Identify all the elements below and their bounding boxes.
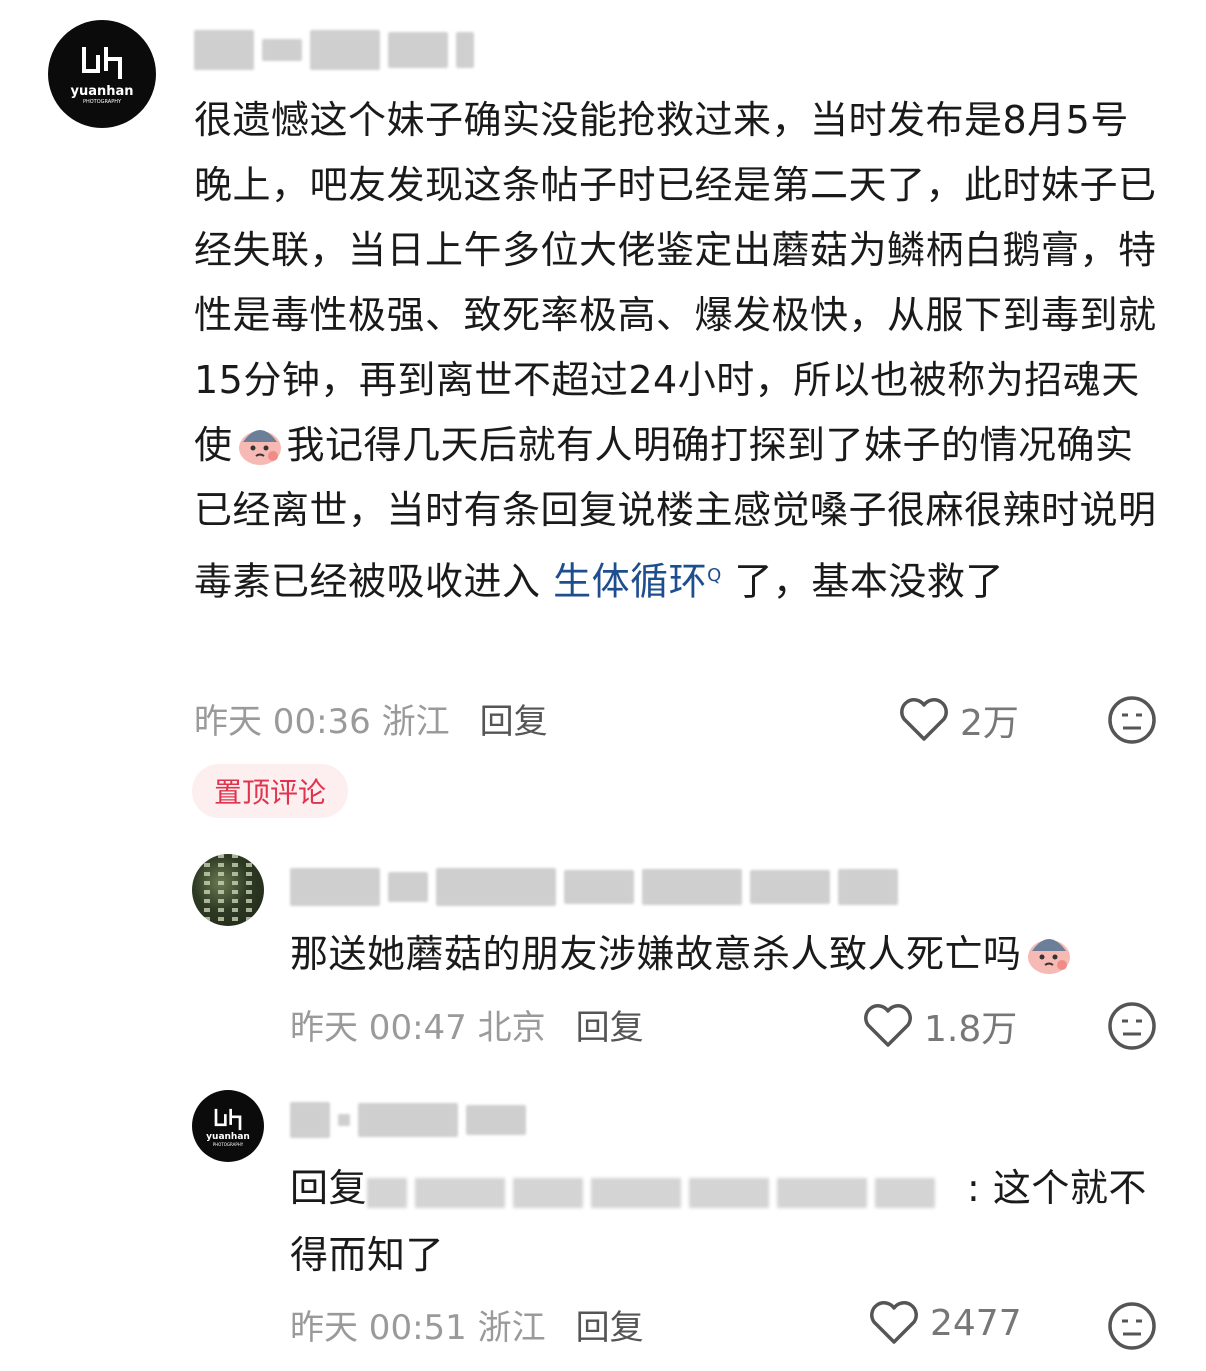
like-count: 2477 (930, 1302, 1022, 1344)
search-icon[interactable]: Q (707, 565, 722, 586)
username-blurred[interactable] (290, 868, 898, 906)
comment-body: 那送她蘑菇的朋友涉嫌故意杀人致人死亡吗 (290, 932, 1022, 976)
comment-body: 很遗憾这个妹子确实没能抢救过来，当时发布是8月5号晚上，吧友发现这条帖子时已经是… (194, 98, 1157, 467)
pinned-badge: 置顶评论 (192, 764, 348, 818)
comment-text: 回复: 这个就不得而知了 (290, 1156, 1170, 1288)
reply-button[interactable]: 回复 (480, 694, 548, 743)
timestamp: 昨天 00:51 浙江 (290, 1308, 546, 1348)
comment-meta: 昨天 00:51 浙江 回复 (290, 1300, 644, 1349)
logo-icon (214, 1108, 242, 1130)
heart-outline-icon (864, 1004, 912, 1047)
meh-face-icon[interactable] (1106, 1000, 1158, 1052)
reply-prefix: 回复 (290, 1166, 368, 1210)
comment-meta: 昨天 00:47 北京 回复 (290, 1000, 644, 1049)
meh-face-icon[interactable] (1106, 1300, 1158, 1352)
avatar-brand: yuanhan (70, 84, 134, 99)
heart-outline-icon (870, 1301, 918, 1344)
meh-face-icon[interactable] (1106, 694, 1158, 746)
like-button[interactable]: 1.8万 (862, 1000, 1017, 1052)
avatar-brand-sub: PHOTOGRAPHY (82, 99, 122, 105)
reply-button[interactable]: 回复 (576, 1300, 644, 1349)
avatar[interactable]: yuanhan PHOTOGRAPHY (48, 20, 156, 128)
topic-link[interactable]: 生体循环 (553, 560, 707, 604)
crying-emoji-icon (235, 421, 285, 465)
comment-meta: 昨天 00:36 浙江 回复 (194, 694, 548, 743)
avatar-brand-sub: PHOTOGRAPHY (212, 1141, 244, 1147)
like-count: 2万 (960, 703, 1019, 744)
logo-icon (82, 47, 122, 79)
avatar-brand: yuanhan (206, 1131, 250, 1142)
username-blurred[interactable] (194, 30, 474, 70)
timestamp: 昨天 00:47 北京 (290, 1008, 546, 1048)
heart-outline-icon (900, 698, 948, 741)
comment-text: 很遗憾这个妹子确实没能抢救过来，当时发布是8月5号晚上，吧友发现这条帖子时已经是… (194, 88, 1164, 615)
like-button[interactable]: 2万 (898, 694, 1019, 746)
username-blurred[interactable] (290, 1102, 526, 1138)
comment-body-end: 了，基本没救了 (721, 559, 1004, 604)
like-button[interactable]: 2477 (868, 1300, 1022, 1346)
mention-blurred[interactable] (367, 1158, 967, 1223)
like-count: 1.8万 (924, 1009, 1018, 1050)
reply-button[interactable]: 回复 (576, 1000, 644, 1049)
avatar[interactable]: yuanhan PHOTOGRAPHY (192, 1090, 264, 1162)
avatar[interactable] (192, 854, 264, 926)
comment-text: 那送她蘑菇的朋友涉嫌故意杀人致人死亡吗 (290, 922, 1170, 987)
crying-emoji-icon (1024, 930, 1074, 974)
timestamp: 昨天 00:36 浙江 (194, 702, 450, 742)
